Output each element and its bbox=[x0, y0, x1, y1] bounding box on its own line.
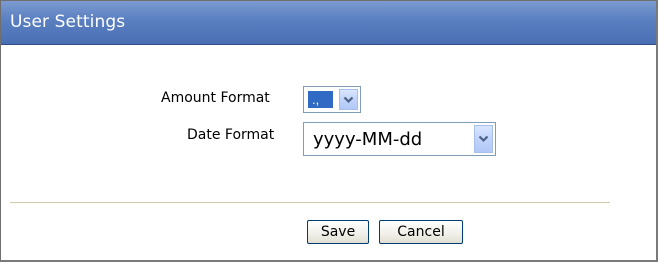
date-format-label: Date Format bbox=[187, 127, 275, 143]
user-settings-panel: User Settings Amount Format ., Date Form… bbox=[0, 0, 658, 262]
amount-format-label: Amount Format bbox=[161, 90, 270, 106]
date-format-selected-value: yyyy-MM-dd bbox=[313, 129, 423, 150]
amount-format-selected-value: ., bbox=[308, 91, 333, 108]
date-format-select[interactable]: yyyy-MM-dd bbox=[303, 122, 496, 156]
chevron-down-icon bbox=[478, 135, 489, 143]
save-button[interactable]: Save bbox=[307, 220, 369, 244]
cancel-button[interactable]: Cancel bbox=[379, 220, 463, 244]
chevron-down-icon bbox=[343, 96, 354, 103]
amount-format-select[interactable]: ., bbox=[303, 86, 361, 113]
panel-titlebar: User Settings bbox=[1, 1, 656, 45]
form-divider bbox=[10, 202, 610, 203]
panel-title: User Settings bbox=[10, 12, 126, 32]
date-format-dropdown-button[interactable] bbox=[474, 125, 493, 153]
amount-format-dropdown-button[interactable] bbox=[339, 89, 358, 110]
